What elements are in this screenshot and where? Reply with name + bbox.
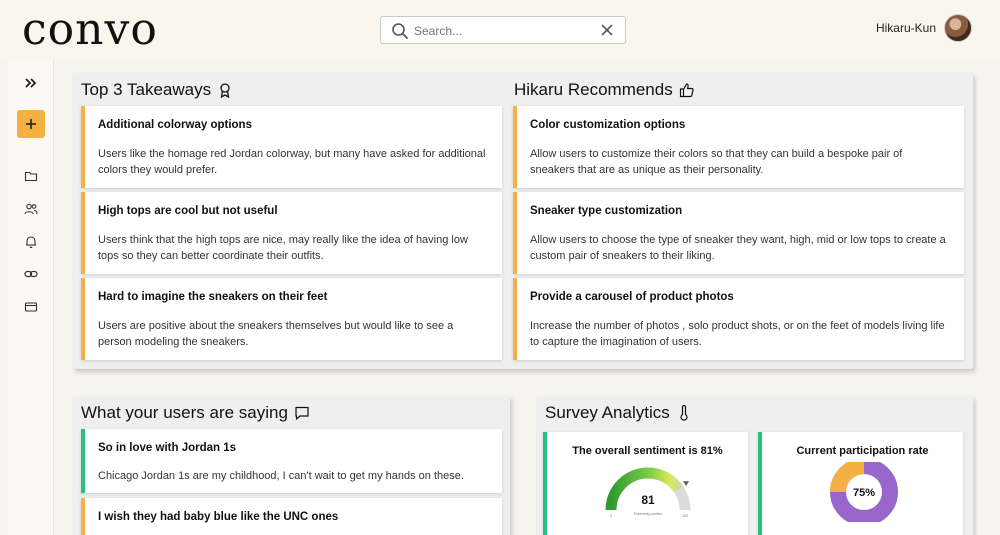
takeaway-title: High tops are cool but not useful: [98, 205, 278, 217]
participation-card[interactable]: Current participation rate 75%: [758, 432, 963, 535]
quote-title: So in love with Jordan 1s: [98, 442, 237, 454]
recommends-title: Hikaru Recommends: [514, 80, 695, 100]
search-box[interactable]: [380, 16, 626, 44]
recommendation-card[interactable]: Provide a carousel of product photos Inc…: [513, 278, 964, 360]
user-quotes-panel: What your users are saying So in love wi…: [73, 396, 510, 535]
sentiment-label: The overall sentiment is 81%: [572, 445, 723, 457]
sidebar: [8, 60, 54, 535]
gauge-max-label: 100: [682, 514, 688, 518]
plus-icon: [26, 119, 36, 129]
search-icon: [392, 23, 408, 39]
sentiment-card[interactable]: The overall sentiment is 81% 81 Extremel…: [543, 432, 748, 535]
thumbs-up-icon: [679, 83, 694, 98]
recommendation-title: Sneaker type customization: [530, 205, 683, 217]
recommendation-body: Allow users to choose the type of sneake…: [530, 234, 946, 262]
award-icon: [220, 83, 230, 98]
quote-card[interactable]: So in love with Jordan 1s Chicago Jordan…: [81, 429, 502, 493]
gauge-min-label: 0: [610, 514, 612, 518]
survey-analytics-panel: Survey Analytics The overall sentiment i…: [537, 396, 973, 535]
takeaway-body: Users are positive about the sneakers th…: [98, 320, 454, 348]
add-button[interactable]: [17, 110, 45, 138]
folder-icon: [24, 171, 38, 182]
recommendation-card[interactable]: Sneaker type customization Allow users t…: [513, 192, 964, 274]
sidebar-item-folders[interactable]: [18, 163, 44, 189]
participation-value: 75%: [853, 487, 875, 499]
app-logo[interactable]: convo: [22, 4, 158, 56]
recommendation-body: Allow users to customize their colors so…: [530, 148, 903, 176]
sentiment-value: 81: [641, 493, 655, 507]
takeaway-card[interactable]: Additional colorway options Users like t…: [81, 106, 502, 188]
recommendation-title: Provide a carousel of product photos: [530, 291, 734, 303]
insights-panel: Top 3 Takeaways Hikaru Recommends Additi…: [73, 73, 973, 369]
takeaway-title: Additional colorway options: [98, 119, 252, 131]
link-icon: [24, 270, 38, 278]
quote-body: Chicago Jordan 1s are my childhood, I ca…: [98, 470, 464, 482]
sidebar-item-users[interactable]: [18, 196, 44, 222]
recommends-heading: Hikaru Recommends: [514, 80, 673, 99]
avatar[interactable]: [944, 14, 972, 42]
top-bar: convo Hikaru-Kun: [0, 0, 1000, 60]
saying-heading: What your users are saying: [81, 403, 288, 422]
recommendation-card[interactable]: Color customization options Allow users …: [513, 106, 964, 188]
gauge-marker-icon: [683, 481, 690, 487]
sentiment-caption: Extremely positive: [634, 512, 662, 516]
sidebar-item-notifications[interactable]: [18, 229, 44, 255]
quote-title: I wish they had baby blue like the UNC o…: [98, 511, 339, 523]
takeaway-body: Users think that the high tops are nice,…: [98, 234, 468, 262]
user-name: Hikaru-Kun: [875, 21, 936, 35]
takeaway-card[interactable]: High tops are cool but not useful Users …: [81, 192, 502, 274]
users-icon: [24, 203, 38, 215]
takeaway-body: Users like the homage red Jordan colorwa…: [98, 148, 486, 176]
search-input[interactable]: [414, 21, 594, 40]
expand-sidebar-button[interactable]: [18, 70, 44, 96]
takeaways-heading: Top 3 Takeaways: [81, 80, 212, 99]
double-chevron-right-icon: [25, 78, 37, 88]
user-menu[interactable]: Hikaru-Kun: [876, 14, 972, 42]
saying-title: What your users are saying: [81, 403, 310, 423]
recommendation-body: Increase the number of photos , solo pro…: [530, 320, 945, 348]
bell-icon: [26, 236, 36, 249]
participation-donut: 75%: [830, 462, 898, 522]
sidebar-item-links[interactable]: [18, 261, 44, 287]
participation-label: Current participation rate: [796, 445, 929, 457]
takeaway-card[interactable]: Hard to imagine the sneakers on their fe…: [81, 278, 502, 360]
quote-card[interactable]: I wish they had baby blue like the UNC o…: [81, 498, 502, 535]
card-icon: [24, 302, 38, 312]
analytics-title: Survey Analytics: [545, 403, 692, 423]
sentiment-gauge: 81 Extremely positive 0 100: [605, 467, 691, 518]
analytics-heading: Survey Analytics: [545, 403, 670, 422]
takeaways-title: Top 3 Takeaways: [81, 80, 233, 100]
thermometer-icon: [680, 405, 688, 421]
chat-icon: [295, 406, 309, 421]
close-icon[interactable]: [599, 22, 615, 38]
sidebar-item-billing[interactable]: [18, 294, 44, 320]
takeaway-title: Hard to imagine the sneakers on their fe…: [98, 291, 328, 303]
recommendation-title: Color customization options: [530, 119, 686, 131]
